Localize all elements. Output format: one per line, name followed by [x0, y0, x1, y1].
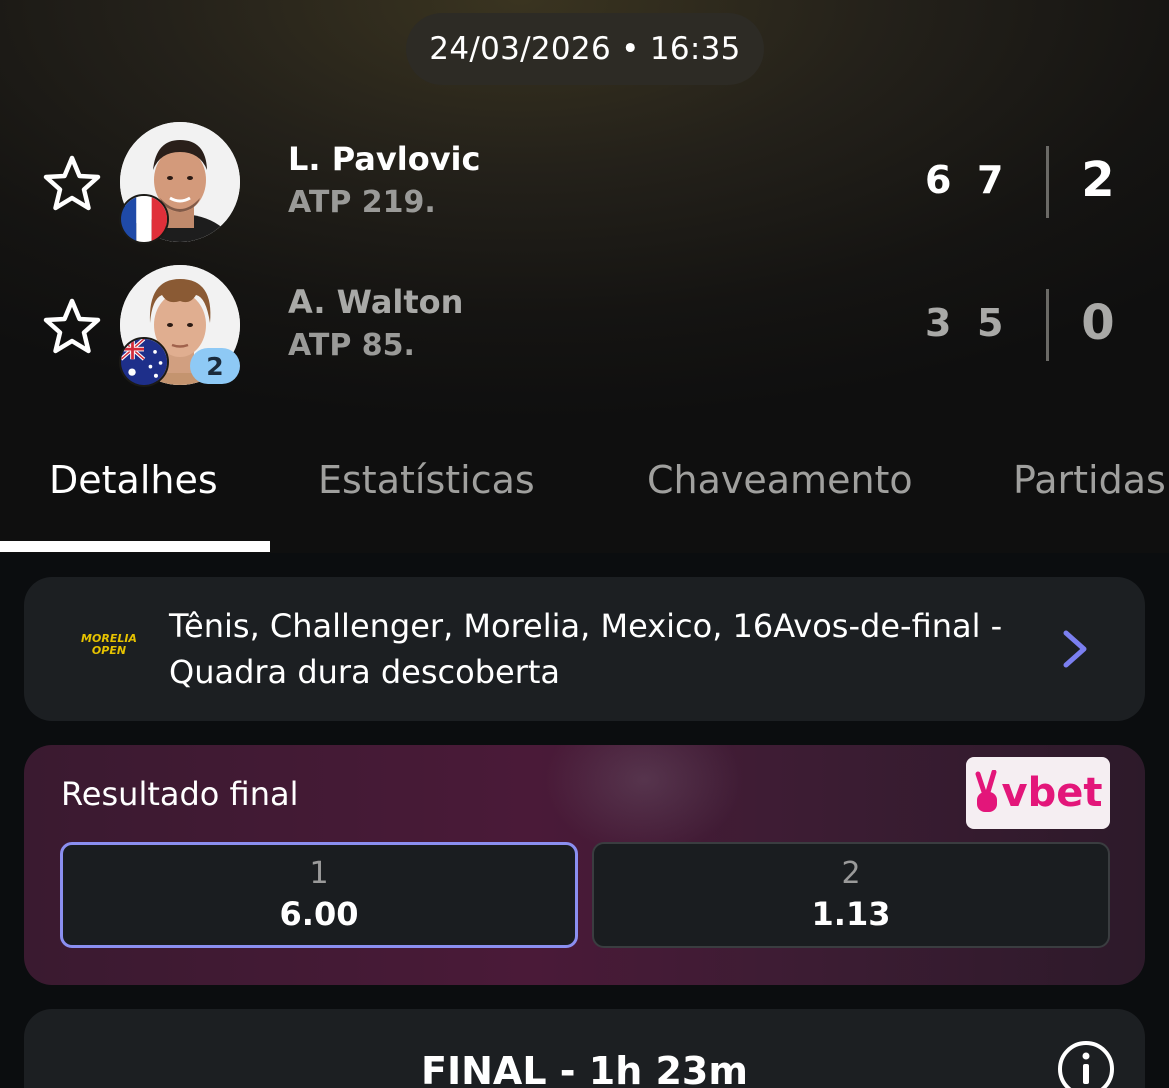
player-name[interactable]: L. Pavlovic: [288, 140, 480, 178]
bookmaker-logo[interactable]: vbet: [966, 757, 1110, 829]
set-scores: 6 7: [925, 158, 1025, 202]
sets-won: 2: [1081, 152, 1115, 208]
set-score: 7: [977, 158, 1004, 202]
tournament-line: Tênis, Challenger, Morelia, Mexico, 16Av…: [169, 607, 1003, 645]
chevron-right-icon[interactable]: [1060, 627, 1090, 671]
odds-option-label: 2: [841, 856, 861, 891]
set-score: 5: [977, 301, 1004, 345]
set-score: 3: [925, 301, 952, 345]
player-row-away: 2 A. Walton ATP 85. 3 5 0: [0, 265, 1169, 387]
bookmaker-name: vbet: [1001, 770, 1103, 816]
score-divider: [1046, 146, 1049, 218]
odds-option-label: 1: [309, 856, 329, 891]
active-tab-indicator: [0, 541, 270, 552]
match-datetime: 24/03/2026 • 16:35: [406, 13, 764, 85]
player-rank: ATP 85.: [288, 328, 415, 363]
tab-bracket[interactable]: Chaveamento: [647, 458, 913, 502]
odds-title: Resultado final: [61, 775, 299, 813]
match-header: 24/03/2026 • 16:35 L. Pavlovic ATP 219. …: [0, 0, 1169, 553]
sets-won: 0: [1081, 295, 1115, 351]
tab-matches[interactable]: Partidas: [1013, 458, 1166, 502]
match-status: FINAL - 1h 23m: [421, 1049, 748, 1088]
tab-statistics[interactable]: Estatísticas: [318, 458, 535, 502]
seed-badge: 2: [190, 348, 240, 384]
tournament-info: Tênis, Challenger, Morelia, Mexico, 16Av…: [169, 603, 1039, 695]
odds-option-value: 1.13: [811, 895, 891, 933]
tab-details[interactable]: Detalhes: [49, 458, 218, 502]
odds-option-home[interactable]: 1 6.00: [60, 842, 578, 948]
odds-option-value: 6.00: [279, 895, 359, 933]
victory-hand-icon: [975, 770, 997, 812]
tournament-card[interactable]: MORELIA OPEN Tênis, Challenger, Morelia,…: [24, 577, 1145, 721]
star-outline-icon[interactable]: [40, 295, 104, 359]
star-outline-icon[interactable]: [40, 152, 104, 216]
set-score: 6: [925, 158, 952, 202]
player-row-home: L. Pavlovic ATP 219. 6 7 2: [0, 122, 1169, 244]
australia-flag-icon: [119, 337, 169, 387]
tournament-logo: MORELIA OPEN: [74, 633, 144, 657]
odds-option-away[interactable]: 2 1.13: [592, 842, 1110, 948]
info-icon[interactable]: [1056, 1039, 1116, 1088]
score-divider: [1046, 289, 1049, 361]
player-name[interactable]: A. Walton: [288, 283, 463, 321]
tab-bar: Detalhes Estatísticas Chaveamento Partid…: [0, 440, 1169, 553]
odds-card: Resultado final vbet 1 6.00 2 1.13: [24, 745, 1145, 985]
player-rank: ATP 219.: [288, 185, 436, 220]
tournament-line: Quadra dura descoberta: [169, 653, 561, 691]
france-flag-icon: [119, 194, 169, 244]
tournament-logo-line: OPEN: [91, 644, 127, 657]
set-scores: 3 5: [925, 301, 1025, 345]
match-status-card: FINAL - 1h 23m: [24, 1009, 1145, 1088]
